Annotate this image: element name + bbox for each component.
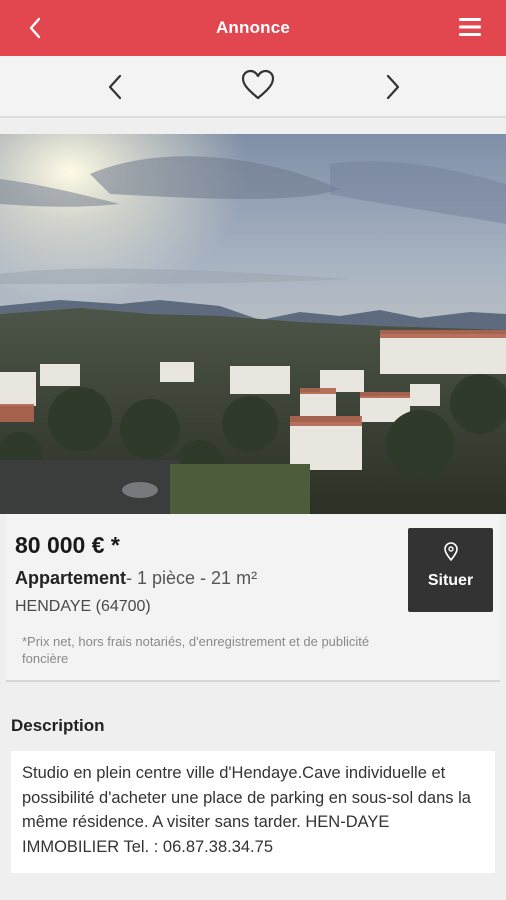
listing-navigation — [0, 56, 506, 118]
heart-outline-icon[interactable] — [240, 68, 276, 102]
property-city: HENDAYE (64700) — [15, 598, 151, 615]
chevron-left-icon[interactable] — [100, 70, 130, 104]
description-heading: Description — [11, 716, 105, 735]
property-type-line: Appartement- 1 pièce - 21 m² — [15, 568, 257, 589]
locate-button[interactable]: Situer — [408, 528, 493, 612]
locate-button-label: Situer — [427, 572, 474, 589]
location-pin-icon — [444, 542, 458, 561]
property-type: Appartement — [15, 568, 127, 588]
property-details: - 1 pièce - 21 m² — [126, 568, 258, 588]
back-arrow-icon[interactable] — [22, 14, 50, 42]
app-header: Annonce — [0, 0, 506, 56]
hamburger-menu-icon[interactable] — [458, 16, 482, 38]
price-note: *Prix net, hors frais notariés, d'enregi… — [22, 634, 370, 666]
description-text: Studio en plein centre ville d'Hendaye.C… — [11, 751, 495, 873]
page-title: Annonce — [215, 18, 291, 37]
town-landscape-image — [0, 134, 506, 514]
listing-photo[interactable] — [0, 134, 506, 514]
listing-price: 80 000 € * — [15, 532, 120, 558]
chevron-right-icon[interactable] — [378, 70, 408, 104]
listing-summary-card: 80 000 € * Appartement- 1 pièce - 21 m² … — [6, 514, 500, 682]
